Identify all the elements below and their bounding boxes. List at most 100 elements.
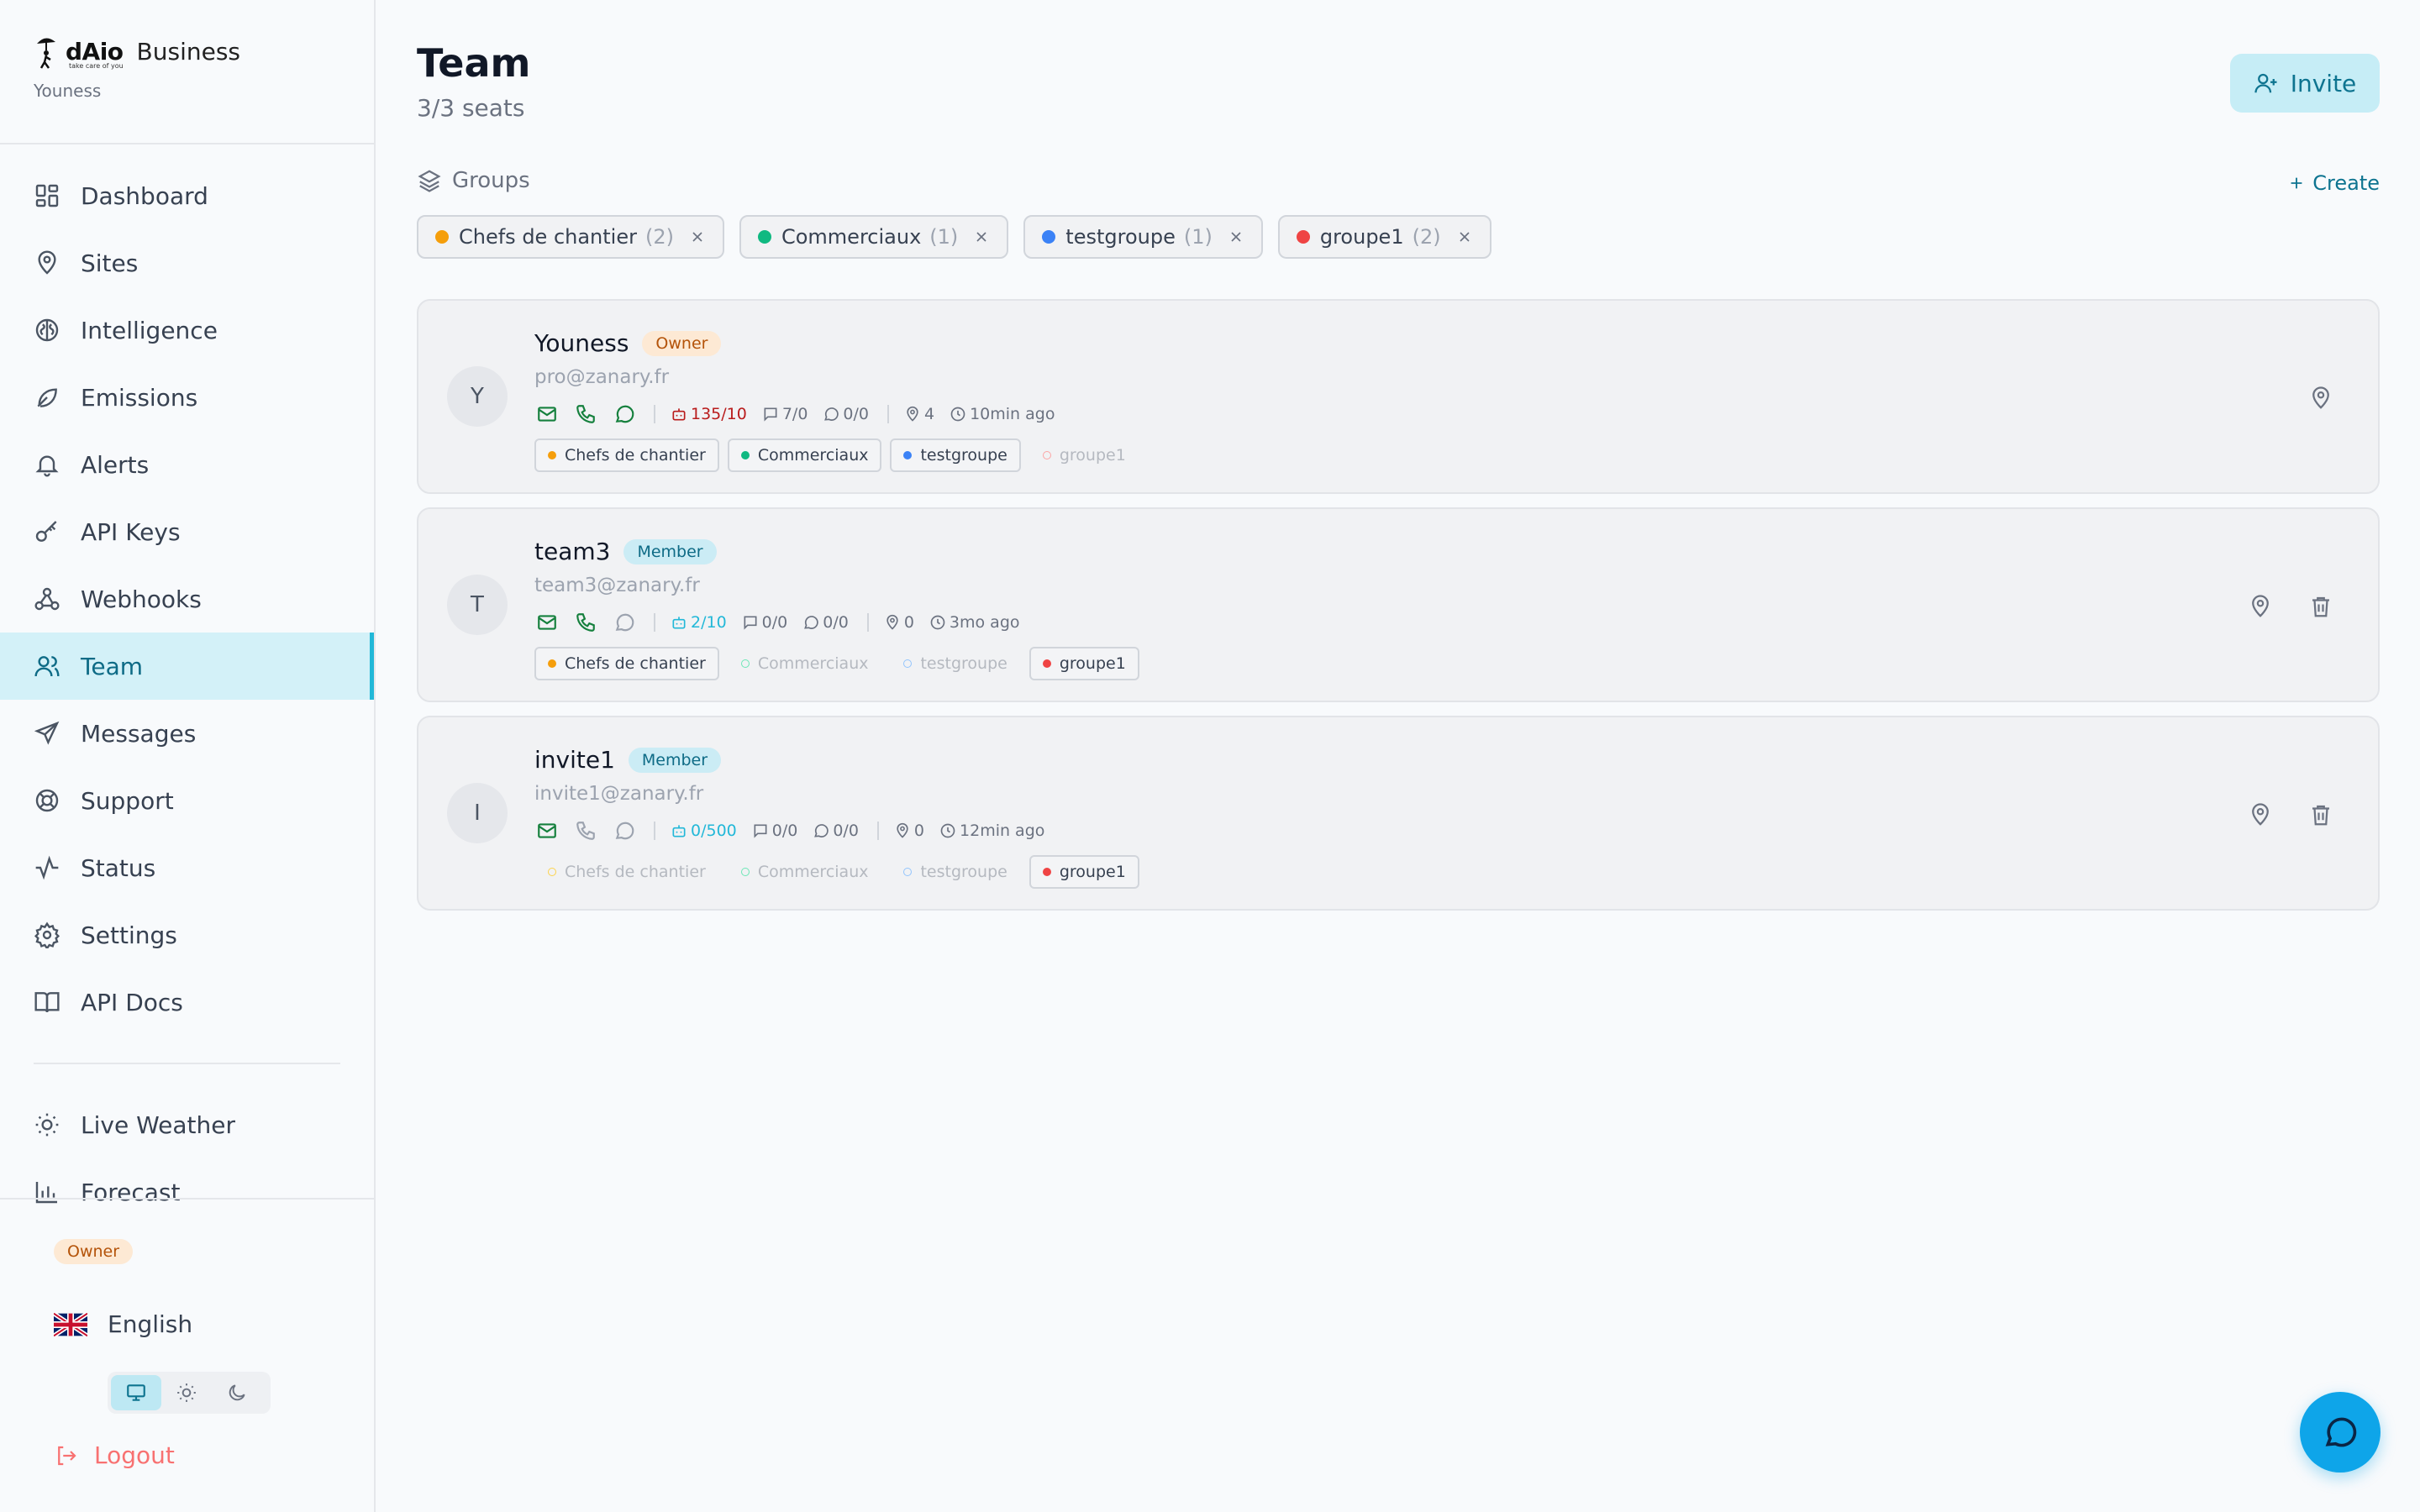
theme-system-button[interactable] [111, 1375, 161, 1410]
whatsapp-icon[interactable] [612, 402, 637, 427]
usage-stat: 0/500 [671, 822, 737, 840]
sidebar-item-label: Webhooks [81, 585, 202, 613]
sidebar-item-label: Support [81, 786, 174, 815]
group-chip[interactable]: testgroupe (1) [1023, 215, 1263, 259]
role-badge: Member [628, 747, 722, 773]
group-tag[interactable]: testgroupe [890, 438, 1021, 472]
language-selector[interactable]: English [54, 1310, 192, 1338]
bar-chart-icon [34, 1179, 60, 1205]
sms-stat: 0/0 [752, 822, 797, 840]
last-seen-value: 10min ago [970, 405, 1055, 423]
close-icon[interactable] [1228, 228, 1244, 245]
group-tag[interactable]: Chefs de chantier [534, 438, 719, 472]
sidebar-item-label: Alerts [81, 450, 150, 479]
group-tag[interactable]: testgroupe [890, 647, 1020, 680]
group-tag[interactable]: groupe1 [1028, 647, 1139, 680]
sidebar-item-api-docs[interactable]: API Docs [0, 969, 374, 1036]
map-pin-icon[interactable] [2304, 381, 2338, 415]
activity-icon [34, 854, 60, 881]
map-pin-icon[interactable] [2244, 590, 2277, 623]
mail-icon[interactable] [534, 610, 560, 635]
sidebar-item-dashboard[interactable]: Dashboard [0, 162, 374, 229]
group-tag[interactable]: Commerciaux [728, 647, 882, 680]
member-stats: 135/10 7/0 0/0 4 10min ago [534, 400, 1070, 428]
last-seen-stat: 10min ago [950, 405, 1055, 423]
member-stats: 2/10 0/0 0/0 0 3mo ago [534, 608, 1035, 637]
phone-icon[interactable] [573, 818, 598, 843]
group-tag[interactable]: Chefs de chantier [534, 647, 719, 680]
chat-value: 0/0 [823, 613, 849, 632]
map-pin-icon[interactable] [2244, 798, 2277, 832]
brand: dAio take care of you Business Youness [34, 34, 240, 102]
member-name: Youness [534, 329, 629, 357]
theme-light-button[interactable] [161, 1375, 212, 1410]
trash-icon[interactable] [2304, 798, 2338, 832]
phone-icon[interactable] [573, 402, 598, 427]
logout-label: Logout [94, 1441, 175, 1469]
sidebar-item-team[interactable]: Team [0, 633, 374, 700]
group-tag[interactable]: groupe1 [1028, 855, 1139, 889]
member-card: Y Youness Owner pro@zanary.fr 135/10 7/0… [417, 299, 2380, 494]
invite-label: Invite [2290, 69, 2357, 97]
sidebar-item-messages[interactable]: Messages [0, 700, 374, 767]
chat-value: 0/0 [833, 822, 859, 840]
member-list: Y Youness Owner pro@zanary.fr 135/10 7/0… [417, 299, 2380, 924]
group-chip[interactable]: Commerciaux (1) [739, 215, 1009, 259]
trash-icon[interactable] [2304, 590, 2338, 623]
group-chip[interactable]: groupe1 (2) [1277, 215, 1491, 259]
group-tag[interactable]: Commerciaux [727, 438, 882, 472]
group-chip[interactable]: Chefs de chantier (2) [417, 215, 724, 259]
sidebar-item-label: Forecast [81, 1178, 181, 1206]
group-tag-name: Commerciaux [757, 654, 869, 673]
chat-support-button[interactable] [2300, 1392, 2381, 1473]
sidebar-item-settings[interactable]: Settings [0, 901, 374, 969]
member-stats: 0/500 0/0 0/0 0 12min ago [534, 816, 1060, 845]
group-tag[interactable]: testgroupe [890, 855, 1020, 889]
last-seen-value: 3mo ago [949, 613, 1020, 632]
create-group-button[interactable]: Create [2287, 171, 2380, 195]
member-name: invite1 [534, 746, 615, 774]
sidebar-item-emissions[interactable]: Emissions [0, 364, 374, 431]
close-icon[interactable] [973, 228, 990, 245]
sun-icon [176, 1382, 197, 1404]
sidebar-item-live-weather[interactable]: Live Weather [0, 1091, 374, 1158]
group-color-dot [740, 451, 750, 459]
phone-icon[interactable] [573, 610, 598, 635]
sidebar-item-api-keys[interactable]: API Keys [0, 498, 374, 565]
mail-icon[interactable] [534, 402, 560, 427]
close-icon[interactable] [1456, 228, 1473, 245]
whatsapp-icon[interactable] [612, 818, 637, 843]
sms-value: 0/0 [761, 613, 788, 632]
sidebar-item-webhooks[interactable]: Webhooks [0, 565, 374, 633]
logout-button[interactable]: Logout [54, 1441, 175, 1469]
group-color-dot [903, 451, 913, 459]
theme-dark-button[interactable] [212, 1375, 262, 1410]
usage-value: 135/10 [691, 405, 747, 423]
whatsapp-icon[interactable] [612, 610, 637, 635]
sidebar-item-status[interactable]: Status [0, 834, 374, 901]
mail-icon[interactable] [534, 818, 560, 843]
group-chip-name: Chefs de chantier [459, 225, 637, 249]
moon-icon [226, 1382, 248, 1404]
sidebar-item-alerts[interactable]: Alerts [0, 431, 374, 498]
sidebar-item-support[interactable]: Support [0, 767, 374, 834]
member-card: T team3 Member team3@zanary.fr 2/10 0/0 … [417, 507, 2380, 702]
stats-divider [876, 822, 879, 840]
sidebar-item-sites[interactable]: Sites [0, 229, 374, 297]
group-tag[interactable]: Chefs de chantier [534, 855, 719, 889]
sidebar-item-label: Dashboard [81, 181, 208, 210]
groups-header: Groups [417, 168, 530, 193]
message-circle-icon [813, 822, 829, 839]
group-color-dot [548, 659, 556, 668]
invite-button[interactable]: Invite [2230, 54, 2380, 113]
sidebar-item-forecast[interactable]: Forecast [0, 1158, 374, 1226]
group-tag[interactable]: groupe1 [1029, 438, 1139, 472]
close-icon[interactable] [689, 228, 706, 245]
group-tag[interactable]: Commerciaux [728, 855, 882, 889]
group-chip-name: testgroupe [1065, 225, 1176, 249]
group-color-dot [740, 868, 750, 876]
map-pin-icon [34, 249, 60, 276]
sidebar-item-intelligence[interactable]: Intelligence [0, 297, 374, 364]
sidebar-item-label: Messages [81, 719, 197, 748]
brand-logo[interactable]: dAio take care of you [34, 34, 124, 70]
